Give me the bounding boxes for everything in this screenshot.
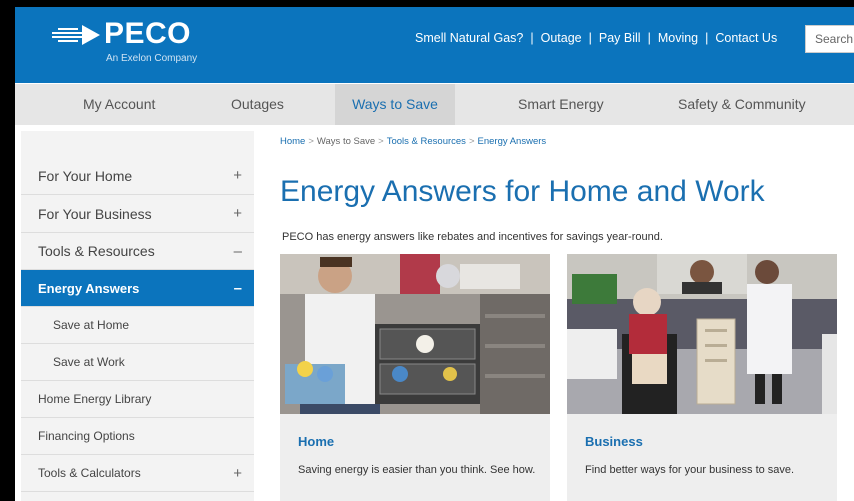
- link-separator: |: [705, 31, 709, 45]
- peco-logo[interactable]: PECO An Exelon Company: [52, 17, 202, 69]
- contact-us-link[interactable]: Contact Us: [715, 31, 777, 45]
- home-card-text: Saving energy is easier than you think. …: [298, 464, 536, 476]
- main-nav: My Account Outages Ways to Save Smart En…: [15, 84, 854, 125]
- nav-safety-community[interactable]: Safety & Community: [678, 84, 806, 125]
- smell-gas-link[interactable]: Smell Natural Gas?: [415, 31, 523, 45]
- kitchen-dishwasher-illustration: [280, 254, 550, 414]
- sidebar-item-label: Home Energy Library: [38, 392, 152, 406]
- page-title: Energy Answers for Home and Work: [280, 175, 765, 208]
- sidebar-item-label: Energy Answers: [38, 281, 140, 296]
- link-separator: |: [530, 31, 534, 45]
- sidebar-item-energy-answers[interactable]: Energy Answers –: [21, 270, 254, 307]
- sidebar-item-label: Tools & Calculators: [38, 466, 141, 480]
- business-card-text: Find better ways for your business to sa…: [585, 464, 795, 476]
- sidebar-item-label: Tools & Resources: [38, 243, 155, 259]
- sidebar-item-label: Save at Work: [53, 355, 125, 369]
- nav-ways-to-save[interactable]: Ways to Save: [335, 84, 455, 125]
- brand-tagline: An Exelon Company: [106, 53, 198, 64]
- breadcrumb-ways-to-save: Ways to Save: [316, 136, 376, 147]
- browser-page: PECO An Exelon Company Smell Natural Gas…: [15, 7, 854, 501]
- expand-plus-icon[interactable]: +: [233, 455, 242, 492]
- expand-plus-icon[interactable]: +: [233, 157, 242, 195]
- peco-arrow-icon: [52, 25, 100, 45]
- link-separator: |: [588, 31, 592, 45]
- outage-link[interactable]: Outage: [541, 31, 582, 45]
- utility-links: Smell Natural Gas? | Outage | Pay Bill | Movin…: [415, 31, 777, 45]
- sidebar: For Your Home + For Your Business + Tool…: [21, 131, 254, 501]
- breadcrumb-tools-resources[interactable]: Tools & Resources: [387, 136, 466, 147]
- home-card-title[interactable]: Home: [298, 434, 334, 449]
- nav-smart-energy[interactable]: Smart Energy: [518, 84, 604, 125]
- home-card[interactable]: Home Saving energy is easier than you th…: [280, 254, 550, 501]
- brand-name: PECO: [104, 17, 192, 50]
- sidebar-item-save-at-home[interactable]: Save at Home: [21, 307, 254, 344]
- sidebar-item-home-energy-library[interactable]: Home Energy Library: [21, 381, 254, 418]
- sidebar-item-label: Financing Options: [38, 429, 135, 443]
- sidebar-item-tools-resources[interactable]: Tools & Resources –: [21, 233, 254, 270]
- business-card[interactable]: Business Find better ways for your busin…: [567, 254, 837, 501]
- breadcrumb: Home > Ways to Save > Tools & Resources > Ener…: [280, 136, 546, 147]
- search-input[interactable]: Search: [805, 25, 854, 53]
- nav-outages[interactable]: Outages: [231, 84, 284, 125]
- nav-my-account[interactable]: My Account: [83, 84, 155, 125]
- sidebar-item-label: Save at Home: [53, 318, 130, 332]
- business-card-image[interactable]: [567, 254, 837, 414]
- sidebar-item-for-your-business[interactable]: For Your Business +: [21, 195, 254, 233]
- office-workers-illustration: [567, 254, 837, 414]
- expand-plus-icon[interactable]: +: [233, 195, 242, 233]
- sidebar-item-label: For Your Business: [38, 206, 152, 222]
- breadcrumb-separator: >: [468, 136, 475, 147]
- page-intro: PECO has energy answers like rebates and…: [282, 231, 663, 243]
- link-separator: |: [647, 31, 651, 45]
- sidebar-item-for-your-home[interactable]: For Your Home +: [21, 157, 254, 195]
- sidebar-item-tools-calculators[interactable]: Tools & Calculators +: [21, 455, 254, 492]
- home-card-image[interactable]: [280, 254, 550, 414]
- sidebar-item-label: For Your Home: [38, 168, 133, 184]
- breadcrumb-separator: >: [308, 136, 314, 147]
- pay-bill-link[interactable]: Pay Bill: [599, 31, 641, 45]
- sidebar-item-financing-options[interactable]: Financing Options: [21, 418, 254, 455]
- site-header: PECO An Exelon Company Smell Natural Gas…: [15, 7, 854, 83]
- moving-link[interactable]: Moving: [658, 31, 698, 45]
- sidebar-item-save-at-work[interactable]: Save at Work: [21, 344, 254, 381]
- collapse-minus-icon[interactable]: –: [234, 233, 242, 270]
- breadcrumb-separator: >: [378, 136, 384, 147]
- breadcrumb-home[interactable]: Home: [280, 136, 305, 147]
- breadcrumb-energy-answers[interactable]: Energy Answers: [478, 136, 547, 147]
- collapse-minus-icon[interactable]: –: [234, 270, 242, 307]
- business-card-title[interactable]: Business: [585, 434, 643, 449]
